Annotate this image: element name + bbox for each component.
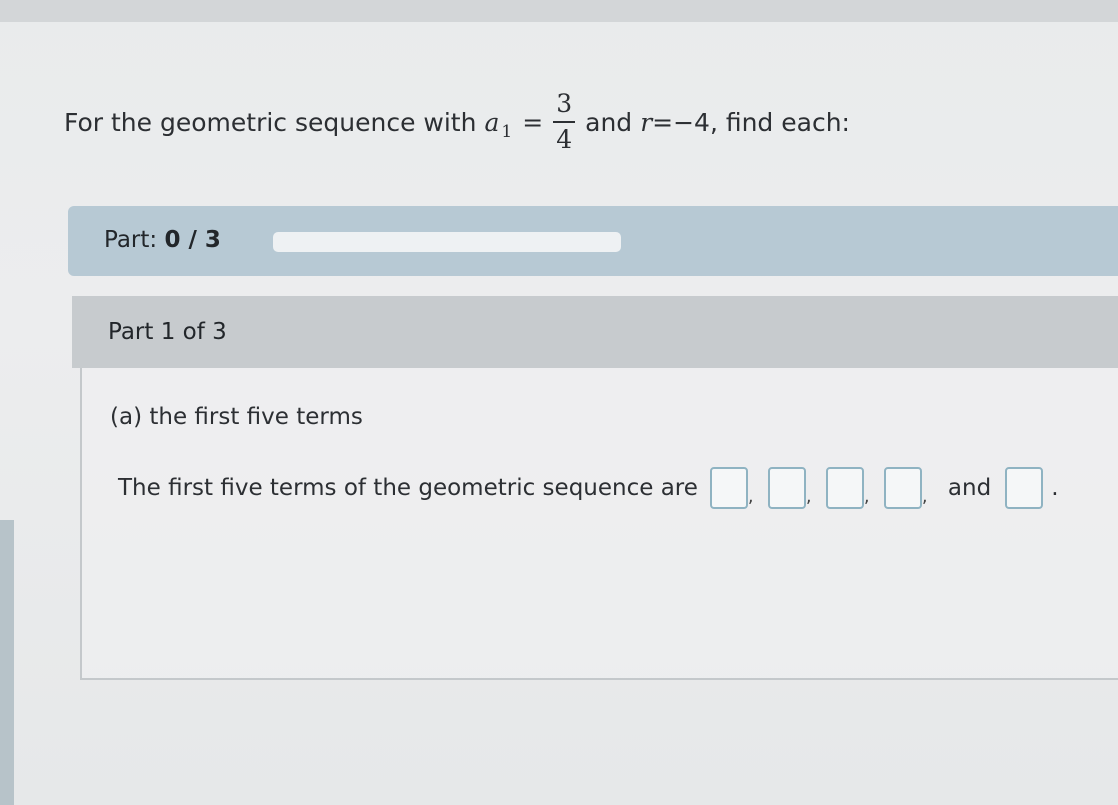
answer-lead-text: The first five terms of the geometric se… — [118, 475, 698, 501]
answer-box-term-4[interactable] — [883, 467, 922, 509]
part-header: Part 1 of 3 — [72, 296, 1118, 368]
question-prompt: For the geometric sequence with a 1 = 3 … — [64, 84, 850, 160]
question-prefix: For the geometric sequence with — [64, 107, 477, 137]
fraction-numerator: 3 — [556, 89, 573, 118]
sub-question-label: (a) the first five terms — [110, 404, 363, 430]
answer-box-term-5[interactable] — [1005, 467, 1044, 509]
progress-count: 0 / 3 — [164, 227, 221, 253]
answer-box-term-3[interactable] — [825, 467, 864, 509]
r-variable: r — [640, 107, 653, 137]
a-variable: a — [484, 107, 500, 137]
answer-line: The first five terms of the geometric se… — [118, 464, 1059, 512]
question-and: and — [585, 107, 633, 137]
progress-section: Part: 0 / 3 — [68, 206, 1118, 276]
part-body: (a) the first five terms The first five … — [80, 368, 1118, 680]
answer-box-term-2[interactable] — [767, 467, 806, 509]
page: For the geometric sequence with a 1 = 3 … — [0, 0, 1118, 805]
fraction: 3 4 — [553, 89, 576, 155]
r-value-text: =−4, find each: — [652, 107, 850, 137]
separator-comma: , — [805, 485, 812, 507]
part-title: Part 1 of 3 — [108, 319, 227, 345]
equals-sign: = — [522, 107, 544, 137]
fraction-bar — [553, 121, 576, 123]
answer-period: . — [1051, 475, 1059, 501]
fraction-denominator: 4 — [556, 125, 573, 154]
answer-and: and — [947, 475, 992, 501]
separator-comma: , — [921, 485, 928, 507]
separator-comma: , — [863, 485, 870, 507]
progress-label: Part: 0 / 3 — [104, 227, 221, 253]
a-subscript: 1 — [501, 122, 513, 142]
progress-track — [273, 232, 621, 252]
progress-label-text: Part: — [104, 227, 158, 253]
answer-box-term-1[interactable] — [709, 467, 748, 509]
browser-top-strip — [0, 0, 1118, 22]
left-edge-strip — [0, 520, 14, 805]
separator-comma: , — [747, 485, 754, 507]
